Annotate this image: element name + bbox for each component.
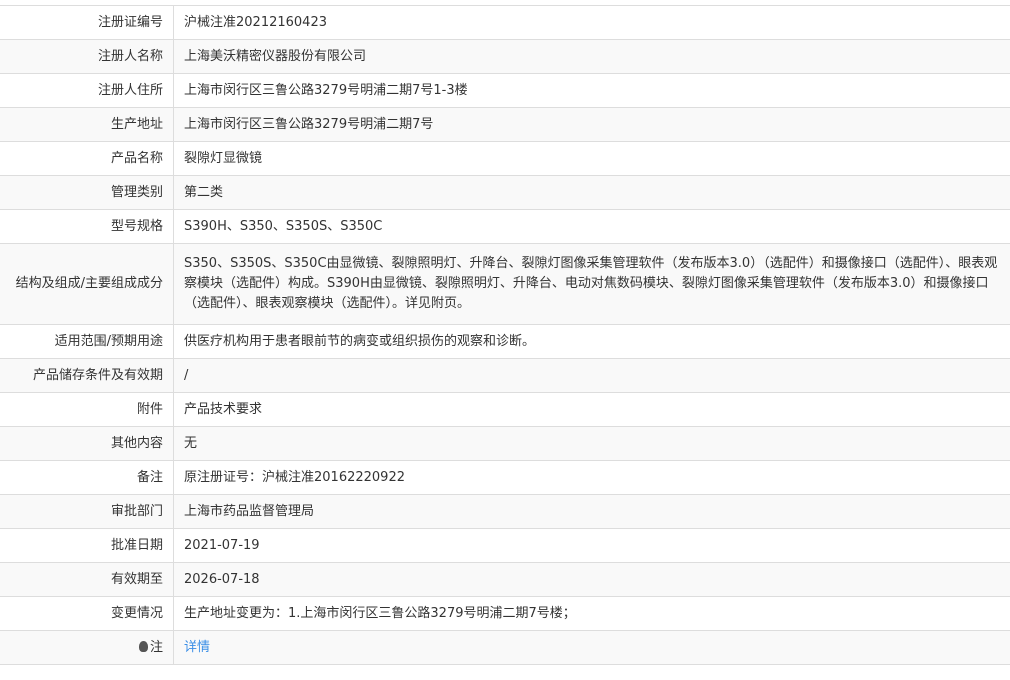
field-label: 有效期至 bbox=[0, 563, 174, 597]
field-label: 备注 bbox=[0, 461, 174, 495]
table-row: 产品储存条件及有效期/ bbox=[0, 359, 1010, 393]
field-value: 上海市药品监督管理局 bbox=[174, 495, 1010, 529]
field-label: 审批部门 bbox=[0, 495, 174, 529]
field-value: S390H、S350、S350S、S350C bbox=[174, 210, 1010, 244]
table-row: 产品名称裂隙灯显微镜 bbox=[0, 142, 1010, 176]
field-label: 注册证编号 bbox=[0, 6, 174, 40]
note-label: 注 bbox=[150, 640, 163, 655]
field-value: 供医疗机构用于患者眼前节的病变或组织损伤的观察和诊断。 bbox=[174, 325, 1010, 359]
table-row: 注册人名称上海美沃精密仪器股份有限公司 bbox=[0, 40, 1010, 74]
field-label: 注册人名称 bbox=[0, 40, 174, 74]
table-row: 型号规格S390H、S350、S350S、S350C bbox=[0, 210, 1010, 244]
details-link[interactable]: 详情 bbox=[184, 640, 210, 655]
field-label: 注 bbox=[0, 631, 174, 665]
field-value: 上海美沃精密仪器股份有限公司 bbox=[174, 40, 1010, 74]
table-row: 有效期至2026-07-18 bbox=[0, 563, 1010, 597]
table-row: 附件产品技术要求 bbox=[0, 393, 1010, 427]
field-label: 产品储存条件及有效期 bbox=[0, 359, 174, 393]
field-value: 上海市闵行区三鲁公路3279号明浦二期7号1-3楼 bbox=[174, 74, 1010, 108]
table-row: 注册证编号沪械注准20212160423 bbox=[0, 6, 1010, 40]
field-label: 生产地址 bbox=[0, 108, 174, 142]
note-row: 注 详情 bbox=[0, 631, 1010, 665]
field-value: 产品技术要求 bbox=[174, 393, 1010, 427]
table-row: 生产地址上海市闵行区三鲁公路3279号明浦二期7号 bbox=[0, 108, 1010, 142]
table-row: 备注原注册证号：沪械注准20162220922 bbox=[0, 461, 1010, 495]
table-row: 批准日期2021-07-19 bbox=[0, 529, 1010, 563]
field-label: 变更情况 bbox=[0, 597, 174, 631]
field-value: 无 bbox=[174, 427, 1010, 461]
field-label: 其他内容 bbox=[0, 427, 174, 461]
field-label: 注册人住所 bbox=[0, 74, 174, 108]
field-value: 原注册证号：沪械注准20162220922 bbox=[174, 461, 1010, 495]
field-value: / bbox=[174, 359, 1010, 393]
field-label: 适用范围/预期用途 bbox=[0, 325, 174, 359]
table-row: 管理类别第二类 bbox=[0, 176, 1010, 210]
table-row: 审批部门上海市药品监督管理局 bbox=[0, 495, 1010, 529]
field-label: 批准日期 bbox=[0, 529, 174, 563]
table-row: 其他内容无 bbox=[0, 427, 1010, 461]
field-value: 裂隙灯显微镜 bbox=[174, 142, 1010, 176]
table-row: 结构及组成/主要组成成分S350、S350S、S350C由显微镜、裂隙照明灯、升… bbox=[0, 244, 1010, 325]
field-value: 沪械注准20212160423 bbox=[174, 6, 1010, 40]
table-row: 注册人住所上海市闵行区三鲁公路3279号明浦二期7号1-3楼 bbox=[0, 74, 1010, 108]
table-row: 变更情况生产地址变更为：1.上海市闵行区三鲁公路3279号明浦二期7号楼； bbox=[0, 597, 1010, 631]
field-label: 管理类别 bbox=[0, 176, 174, 210]
field-label: 产品名称 bbox=[0, 142, 174, 176]
table-row: 适用范围/预期用途供医疗机构用于患者眼前节的病变或组织损伤的观察和诊断。 bbox=[0, 325, 1010, 359]
lightbulb-icon bbox=[139, 641, 148, 652]
field-label: 附件 bbox=[0, 393, 174, 427]
field-value: 2021-07-19 bbox=[174, 529, 1010, 563]
field-value: 上海市闵行区三鲁公路3279号明浦二期7号 bbox=[174, 108, 1010, 142]
field-value: S350、S350S、S350C由显微镜、裂隙照明灯、升降台、裂隙灯图像采集管理… bbox=[174, 244, 1010, 325]
field-value: 生产地址变更为：1.上海市闵行区三鲁公路3279号明浦二期7号楼； bbox=[174, 597, 1010, 631]
field-label: 结构及组成/主要组成成分 bbox=[0, 244, 174, 325]
field-value: 2026-07-18 bbox=[174, 563, 1010, 597]
field-label: 型号规格 bbox=[0, 210, 174, 244]
registration-details-table: 注册证编号沪械注准20212160423注册人名称上海美沃精密仪器股份有限公司注… bbox=[0, 5, 1010, 665]
field-value: 第二类 bbox=[174, 176, 1010, 210]
